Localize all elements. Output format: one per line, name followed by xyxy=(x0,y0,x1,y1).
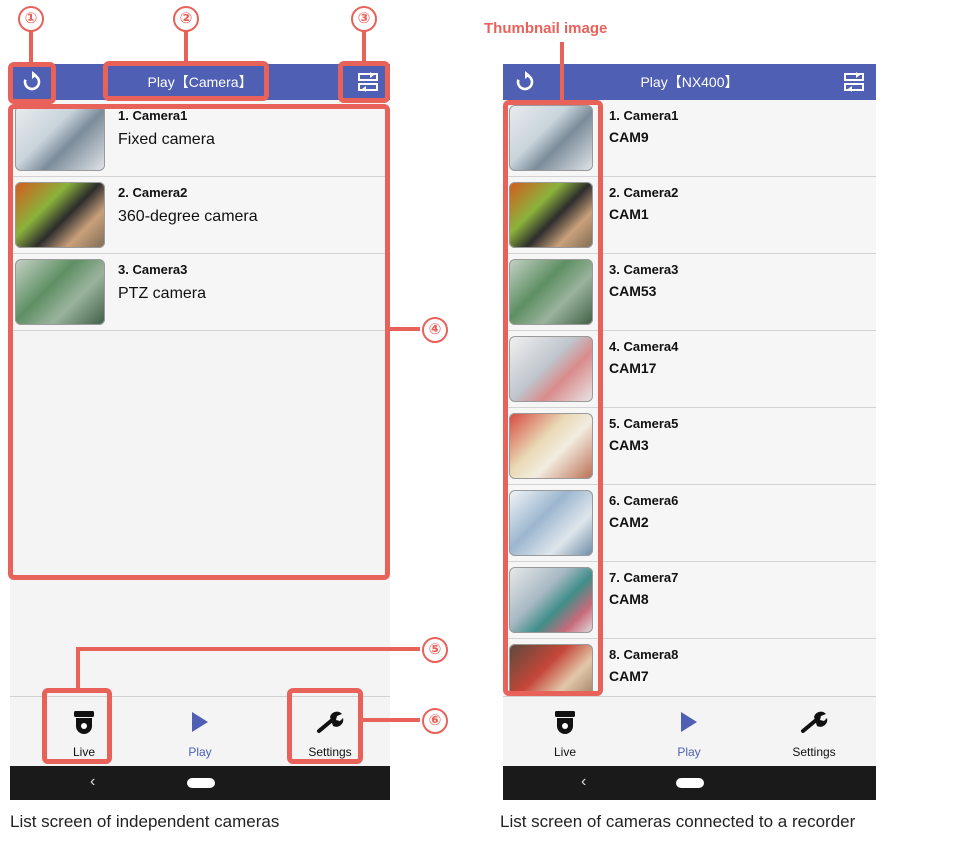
tab-label: Live xyxy=(553,745,576,759)
highlight-list xyxy=(8,104,390,580)
camera-id: CAM9 xyxy=(609,129,649,145)
camera-id: CAM3 xyxy=(609,437,649,453)
callout-line xyxy=(29,30,33,62)
camera-id: CAM8 xyxy=(609,591,649,607)
camera-title: 7. Camera7 xyxy=(609,570,679,585)
callout-line xyxy=(560,42,564,102)
bottom-tab-bar: Live Play Settings xyxy=(503,696,876,767)
callout-number-2: ② xyxy=(173,6,199,32)
tab-label: Play xyxy=(677,745,701,759)
callout-number-4: ④ xyxy=(422,317,448,343)
home-pill-icon[interactable] xyxy=(187,778,215,788)
highlight-settings-tab xyxy=(287,688,363,764)
highlight-thumbnails xyxy=(503,100,603,696)
callout-line xyxy=(362,30,366,61)
callout-line xyxy=(76,647,80,690)
tab-live[interactable]: Live xyxy=(525,697,605,767)
callout-number-3: ③ xyxy=(351,6,377,32)
callout-number-1: ① xyxy=(18,6,44,32)
tab-settings[interactable]: Settings xyxy=(774,697,854,767)
camera-title: 6. Camera6 xyxy=(609,493,679,508)
tab-label: Settings xyxy=(792,745,836,759)
camera-id: CAM53 xyxy=(609,283,657,299)
tab-play[interactable]: Play xyxy=(649,697,729,767)
camera-id: CAM2 xyxy=(609,514,649,530)
home-pill-icon[interactable] xyxy=(676,778,704,788)
callout-line xyxy=(390,327,420,331)
callout-line xyxy=(184,30,188,61)
highlight-live-tab xyxy=(42,688,112,764)
callout-line xyxy=(363,718,420,722)
play-triangle-icon xyxy=(681,712,697,732)
tab-play[interactable]: Play xyxy=(160,697,240,767)
highlight-switch xyxy=(338,61,390,103)
system-nav-bar: ‹ xyxy=(503,766,876,800)
back-chevron-icon[interactable]: ‹ xyxy=(581,773,586,791)
callout-line xyxy=(76,647,420,651)
app-bar: Play【NX400】 xyxy=(503,64,876,100)
switch-recorder-icon[interactable] xyxy=(842,70,866,94)
play-triangle-icon xyxy=(192,712,208,732)
system-nav-bar: ‹ xyxy=(10,766,390,800)
camera-title: 1. Camera1 xyxy=(609,108,679,123)
callout-number-5: ⑤ xyxy=(422,637,448,663)
page-title: Play【NX400】 xyxy=(640,74,739,90)
camera-title: 2. Camera2 xyxy=(609,185,679,200)
caption-left: List screen of independent cameras xyxy=(10,812,280,831)
highlight-refresh xyxy=(8,62,56,104)
camera-title: 4. Camera4 xyxy=(609,339,679,354)
callout-number-6: ⑥ xyxy=(422,708,448,734)
thumbnail-callout-label: Thumbnail image xyxy=(484,20,608,37)
tab-label: Play xyxy=(188,745,212,759)
camera-title: 5. Camera5 xyxy=(609,416,679,431)
camera-id: CAM17 xyxy=(609,360,657,376)
camera-dome-icon xyxy=(555,711,575,734)
camera-id: CAM7 xyxy=(609,668,649,684)
back-chevron-icon[interactable]: ‹ xyxy=(90,773,95,791)
camera-title: 3. Camera3 xyxy=(609,262,679,277)
wrench-icon xyxy=(801,711,828,733)
caption-right: List screen of cameras connected to a re… xyxy=(500,812,856,831)
camera-title: 8. Camera8 xyxy=(609,647,679,662)
camera-id: CAM1 xyxy=(609,206,649,222)
highlight-title xyxy=(103,61,269,101)
